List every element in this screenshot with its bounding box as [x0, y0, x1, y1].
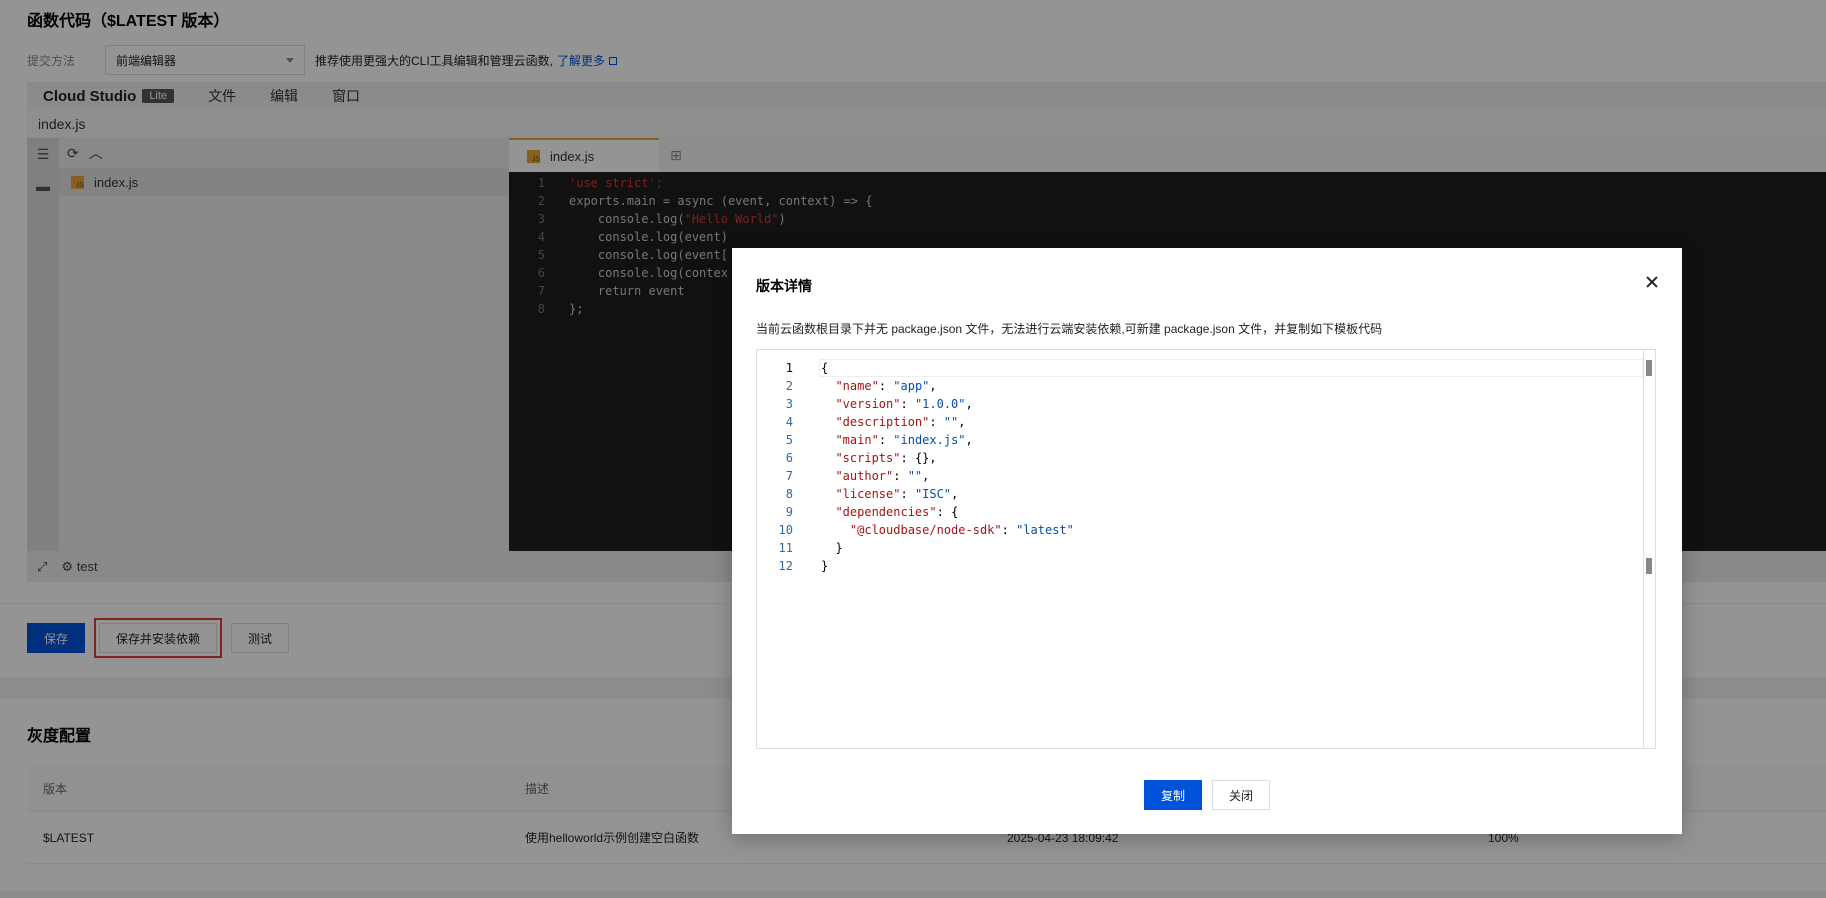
scrollbar-marker-top — [1646, 360, 1652, 376]
json-line: 10 "@cloudbase/node-sdk": "latest" — [757, 521, 1655, 539]
json-punctuation: , — [965, 397, 973, 411]
json-separator: : — [936, 505, 952, 519]
json-punctuation: } — [835, 541, 843, 555]
json-punctuation: } — [821, 559, 829, 573]
json-punctuation: {}, — [914, 451, 937, 465]
json-line: 6 "scripts": {}, — [757, 449, 1655, 467]
json-key: "scripts" — [835, 451, 901, 465]
json-separator: : — [1001, 523, 1017, 537]
line-number: 4 — [785, 415, 793, 429]
json-value: "index.js" — [893, 433, 966, 447]
json-punctuation: , — [951, 487, 959, 501]
json-line: 1{ — [757, 359, 1655, 377]
json-line: 12} — [757, 557, 1655, 575]
json-value: "ISC" — [914, 487, 952, 501]
json-separator: : — [929, 415, 944, 429]
line-number: 12 — [778, 559, 793, 573]
modal-title: 版本详情 — [756, 278, 812, 294]
json-punctuation: , — [922, 469, 930, 483]
line-number: 11 — [778, 541, 793, 555]
json-key: "version" — [835, 397, 901, 411]
json-value: "app" — [893, 379, 930, 393]
json-line: 8 "license": "ISC", — [757, 485, 1655, 503]
scrollbar-marker-bottom — [1646, 558, 1652, 574]
json-line: 5 "main": "index.js", — [757, 431, 1655, 449]
json-value: "" — [907, 469, 923, 483]
close-button[interactable]: 关闭 — [1212, 780, 1271, 810]
json-line: 7 "author": "", — [757, 467, 1655, 485]
json-key: "name" — [835, 379, 879, 393]
json-lines: 1{2 "name": "app", 3 "version": "1.0.0", 4… — [757, 359, 1655, 575]
line-number: 6 — [785, 451, 793, 465]
json-key: "author" — [835, 469, 894, 483]
json-punctuation: , — [965, 433, 973, 447]
line-number: 1 — [785, 361, 793, 375]
line-number: 8 — [785, 487, 793, 501]
line-number: 2 — [785, 379, 793, 393]
json-line: 3 "version": "1.0.0", — [757, 395, 1655, 413]
line-number: 9 — [785, 505, 793, 519]
version-detail-modal: 版本详情 当前云函数根目录下并无 package.json 文件，无法进行云端安… — [732, 248, 1682, 834]
json-value: "1.0.0" — [914, 397, 966, 411]
json-separator: : — [878, 379, 894, 393]
json-line: 11 } — [757, 539, 1655, 557]
json-separator: : — [878, 433, 894, 447]
json-line: 9 "dependencies": { — [757, 503, 1655, 521]
json-punctuation: { — [951, 505, 959, 519]
json-line: 2 "name": "app", — [757, 377, 1655, 395]
line-number: 7 — [785, 469, 793, 483]
json-value: "" — [943, 415, 959, 429]
json-key: "description" — [835, 415, 930, 429]
modal-description: 当前云函数根目录下并无 package.json 文件，无法进行云端安装依赖,可… — [756, 322, 1383, 336]
line-number: 10 — [778, 523, 793, 537]
line-number: 3 — [785, 397, 793, 411]
json-separator: : — [900, 487, 915, 501]
copy-button[interactable]: 复制 — [1143, 780, 1202, 810]
json-separator: : — [893, 469, 908, 483]
line-number: 5 — [785, 433, 793, 447]
json-value: "latest" — [1016, 523, 1074, 537]
json-key: "dependencies" — [835, 505, 937, 519]
json-punctuation: , — [929, 379, 937, 393]
json-separator: : — [900, 451, 915, 465]
close-icon[interactable] — [1644, 274, 1660, 290]
modal-footer: 复制 关闭 — [732, 780, 1682, 810]
scrollbar[interactable] — [1643, 350, 1655, 748]
json-key: "@cloudbase/node-sdk" — [849, 523, 1002, 537]
json-line: 4 "description": "", — [757, 413, 1655, 431]
json-separator: : — [900, 397, 915, 411]
active-line-highlight — [819, 359, 1643, 377]
json-punctuation: , — [958, 415, 966, 429]
package-json-editor[interactable]: 1{2 "name": "app", 3 "version": "1.0.0", 4… — [756, 349, 1656, 749]
json-key: "license" — [835, 487, 901, 501]
json-key: "main" — [835, 433, 879, 447]
